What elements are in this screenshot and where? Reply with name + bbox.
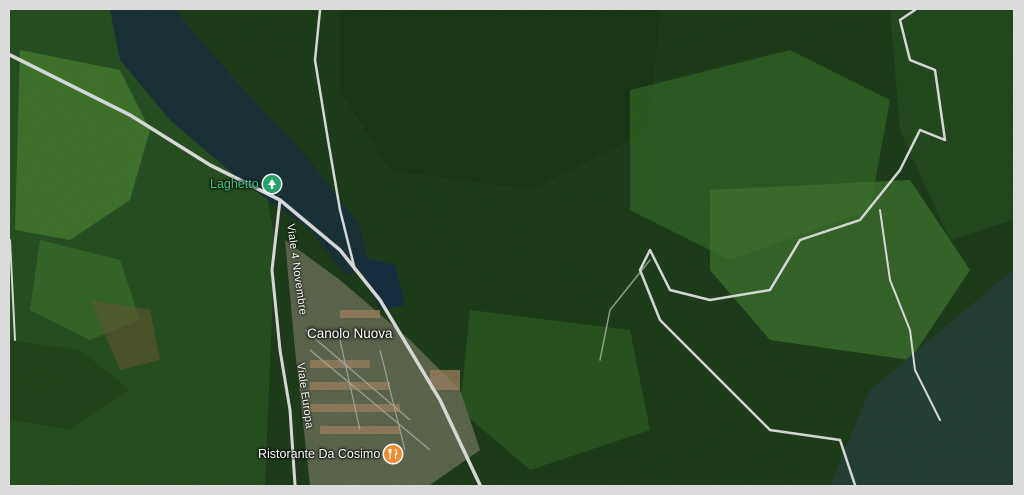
- poi-ristorante-da-cosimo[interactable]: Ristorante Da Cosimo: [258, 445, 403, 463]
- map-viewport[interactable]: Laghetto Canolo Nuova Viale 4 Novembre V…: [10, 10, 1013, 485]
- satellite-imagery: [10, 10, 1013, 485]
- poi-label: Laghetto: [210, 177, 259, 191]
- poi-laghetto[interactable]: Laghetto: [210, 175, 281, 193]
- tree-icon: [262, 175, 281, 193]
- poi-label: Ristorante Da Cosimo: [258, 447, 381, 461]
- place-label: Canolo Nuova: [307, 326, 393, 341]
- fork-knife-icon: [384, 445, 403, 463]
